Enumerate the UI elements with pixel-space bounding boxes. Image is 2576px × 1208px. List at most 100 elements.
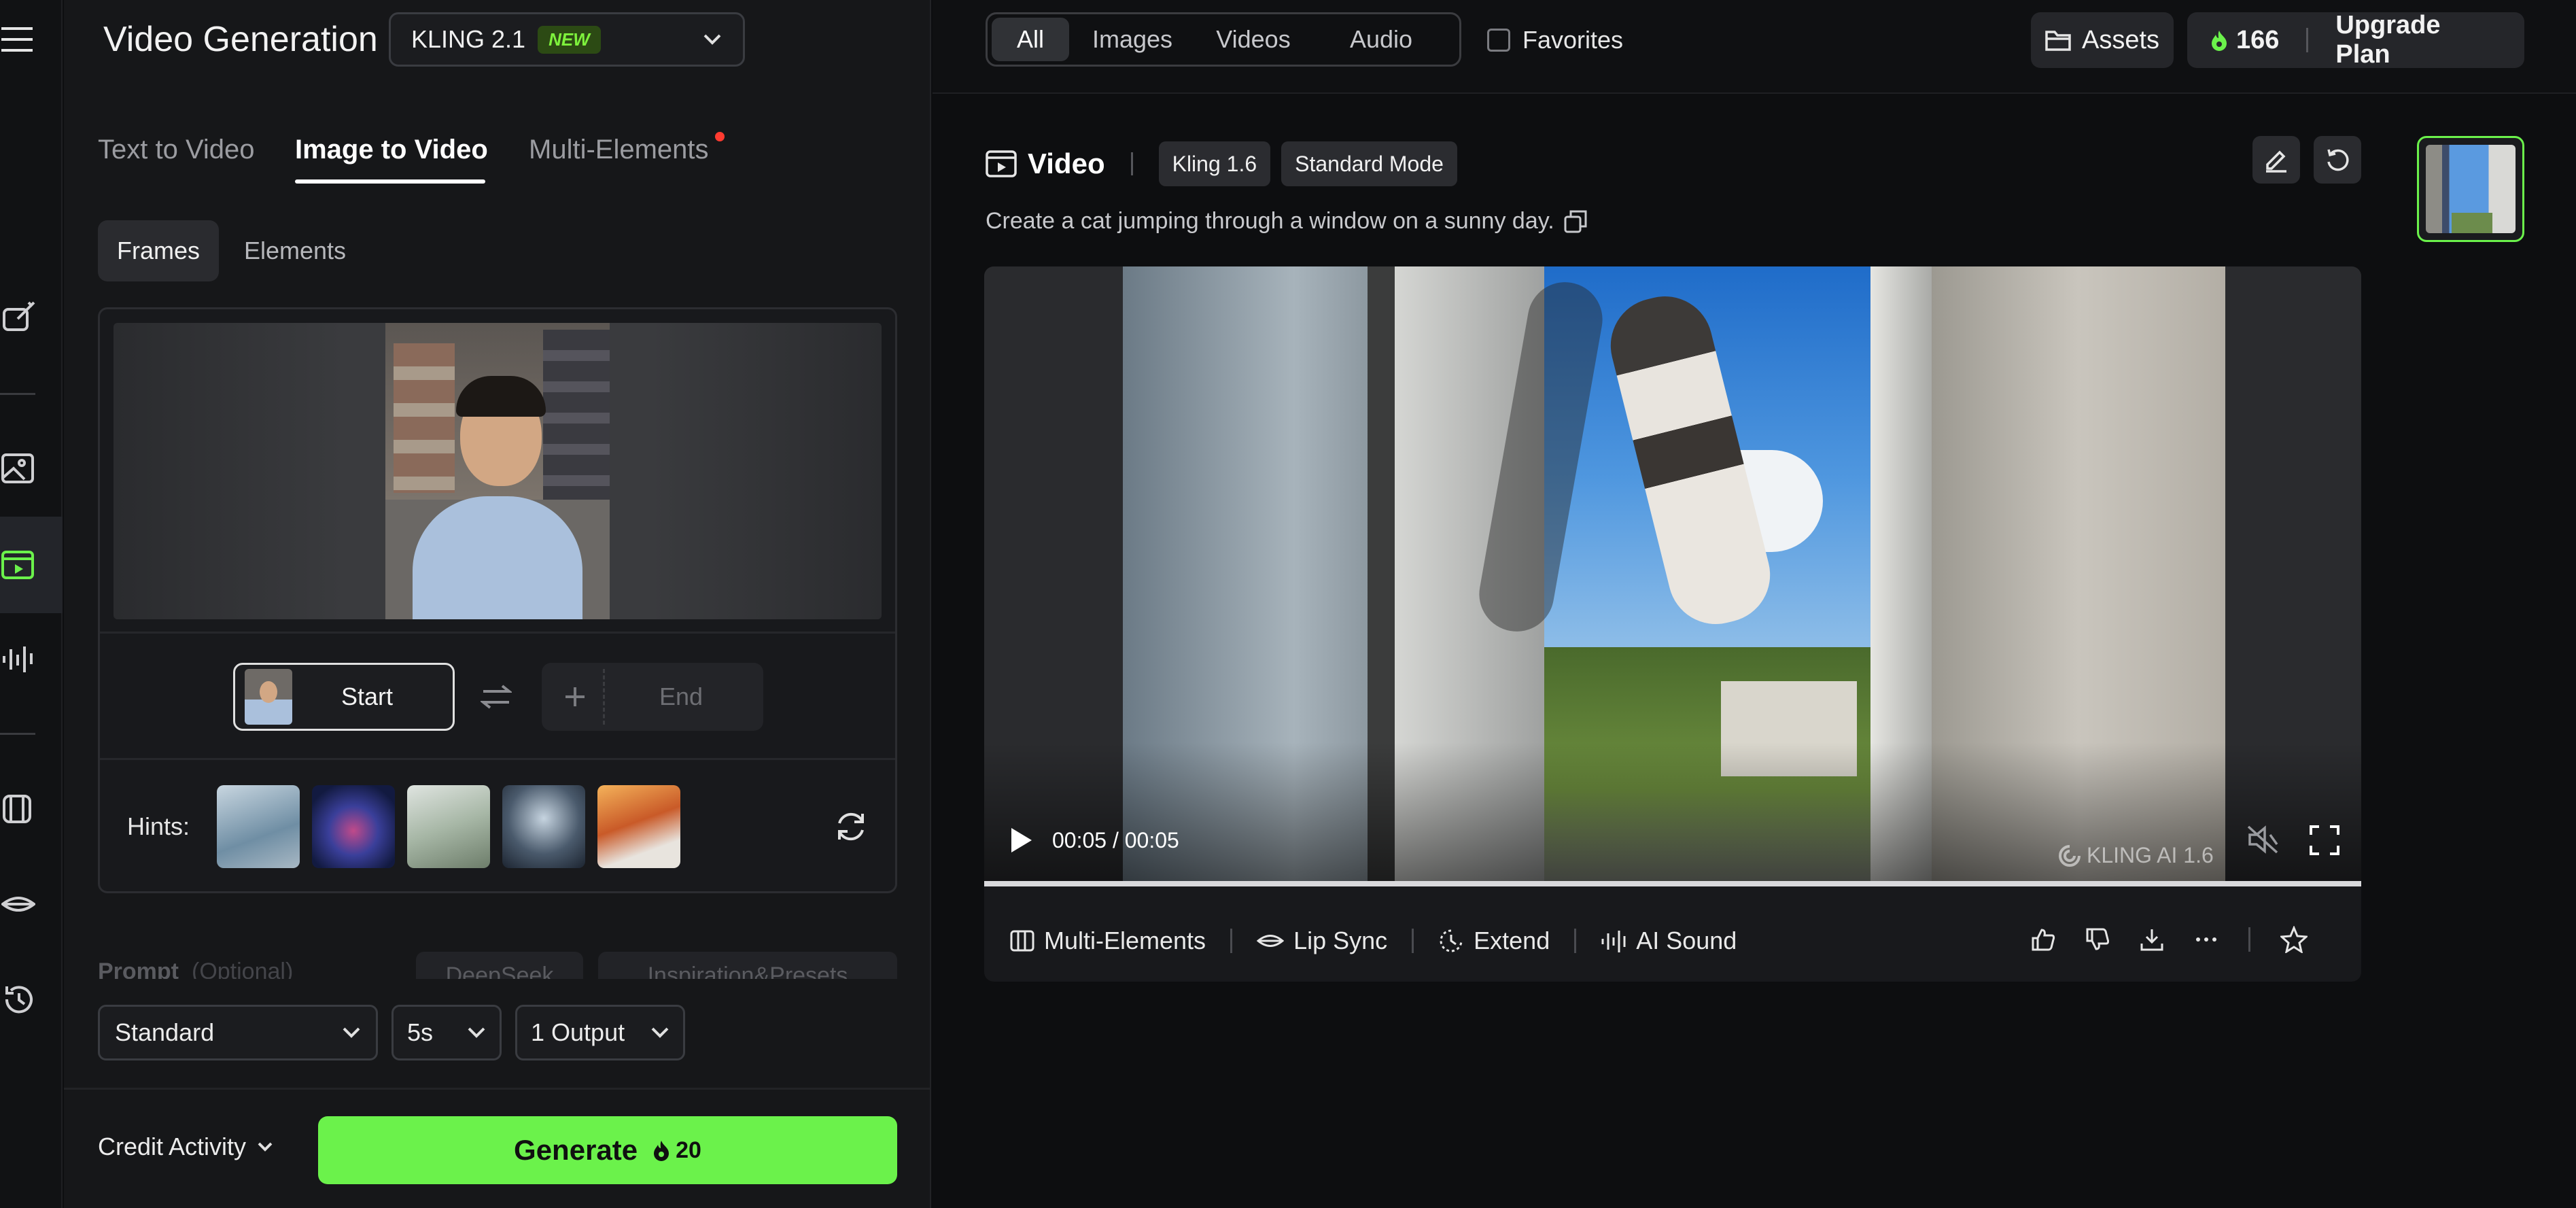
progress-fill bbox=[984, 881, 2361, 886]
start-frame-image bbox=[385, 323, 610, 619]
feedback-actions bbox=[2031, 926, 2308, 953]
filter-videos[interactable]: Videos bbox=[1196, 18, 1311, 61]
lips-icon[interactable] bbox=[0, 877, 63, 931]
inspiration-presets-button[interactable]: Inspiration&Presets bbox=[598, 952, 897, 979]
assets-button[interactable]: Assets bbox=[2031, 12, 2174, 68]
filter-images[interactable]: Images bbox=[1075, 18, 1190, 61]
video-icon bbox=[986, 149, 1017, 179]
plus-icon bbox=[547, 669, 605, 725]
filter-audio[interactable]: Audio bbox=[1317, 18, 1446, 61]
deepseek-button[interactable]: DeepSeek bbox=[416, 952, 583, 979]
tab-image-to-video[interactable]: Image to Video bbox=[295, 135, 488, 165]
favorites-toggle[interactable]: Favorites bbox=[1487, 26, 1623, 54]
credit-activity-button[interactable]: Credit Activity bbox=[98, 1133, 273, 1161]
swap-icon[interactable] bbox=[481, 683, 512, 710]
chevron-down-icon bbox=[650, 1026, 669, 1039]
video-player[interactable]: 00:05 / 00:05 KLING AI 1.6 bbox=[984, 266, 2361, 885]
hint-thumbnail[interactable] bbox=[312, 785, 395, 868]
generate-cost: 20 bbox=[676, 1137, 701, 1164]
action-label: AI Sound bbox=[1636, 927, 1737, 955]
action-label: Multi-Elements bbox=[1044, 927, 1206, 955]
tab-multi-elements[interactable]: Multi-Elements bbox=[529, 135, 709, 165]
result-header: Video Kling 1.6 Standard Mode bbox=[986, 141, 1457, 186]
chevron-down-icon bbox=[467, 1026, 486, 1039]
generate-button[interactable]: Generate 20 bbox=[318, 1116, 897, 1184]
divider bbox=[2306, 28, 2308, 52]
image-icon[interactable] bbox=[0, 442, 63, 496]
hint-thumbnail[interactable] bbox=[597, 785, 680, 868]
subtab-frames[interactable]: Frames bbox=[98, 220, 219, 281]
assets-label: Assets bbox=[2082, 26, 2159, 55]
regenerate-button[interactable] bbox=[2314, 136, 2361, 184]
video-icon[interactable] bbox=[0, 517, 63, 613]
model-name: KLING 2.1 bbox=[411, 25, 525, 54]
duration-select[interactable]: 5s bbox=[391, 1005, 502, 1060]
upgrade-plan-button[interactable]: Upgrade Plan bbox=[2335, 11, 2501, 69]
play-icon[interactable] bbox=[1009, 827, 1033, 854]
edit-button[interactable] bbox=[2252, 136, 2300, 184]
mode-tag: Standard Mode bbox=[1281, 141, 1457, 186]
refresh-icon[interactable] bbox=[834, 810, 868, 844]
thumbs-down-icon[interactable] bbox=[2085, 927, 2110, 952]
menu-icon[interactable] bbox=[0, 12, 63, 67]
flame-icon bbox=[652, 1139, 670, 1161]
mute-icon[interactable] bbox=[2247, 825, 2278, 854]
filter-all[interactable]: All bbox=[992, 18, 1069, 61]
extend-action[interactable]: Extend bbox=[1438, 927, 1550, 955]
action-label: Extend bbox=[1474, 927, 1550, 955]
progress-track[interactable] bbox=[984, 881, 2361, 886]
fullscreen-icon[interactable] bbox=[2310, 825, 2339, 855]
subtab-elements[interactable]: Elements bbox=[234, 220, 356, 281]
rail-divider bbox=[0, 393, 35, 395]
result-heading: Video bbox=[1028, 148, 1105, 180]
model-selector[interactable]: KLING 2.1 NEW bbox=[389, 12, 745, 67]
new-badge: NEW bbox=[538, 26, 601, 54]
extend-icon bbox=[1438, 928, 1464, 954]
result-thumbnail[interactable] bbox=[2417, 136, 2524, 242]
hint-thumbnail[interactable] bbox=[407, 785, 490, 868]
outputs-select[interactable]: 1 Output bbox=[515, 1005, 685, 1060]
prompt-text-row: Create a cat jumping through a window on… bbox=[986, 208, 1587, 235]
tab-text-to-video[interactable]: Text to Video bbox=[98, 135, 255, 165]
video-card: 00:05 / 00:05 KLING AI 1.6 Multi-Element… bbox=[984, 266, 2361, 982]
divider bbox=[64, 1088, 930, 1090]
more-icon[interactable] bbox=[2194, 927, 2218, 952]
quality-select[interactable]: Standard bbox=[98, 1005, 378, 1060]
watermark-text: KLING AI 1.6 bbox=[2087, 843, 2214, 868]
hints-label: Hints: bbox=[127, 812, 190, 841]
divider bbox=[1230, 929, 1232, 953]
hint-thumbnail[interactable] bbox=[502, 785, 585, 868]
generation-panel: Video Generation KLING 2.1 NEW Text to V… bbox=[64, 0, 931, 1208]
multi-elements-action[interactable]: Multi-Elements bbox=[1010, 927, 1206, 955]
icon-rail bbox=[0, 0, 63, 1208]
lip-sync-action[interactable]: Lip Sync bbox=[1257, 927, 1387, 955]
divider bbox=[1574, 929, 1576, 953]
sound-wave-icon bbox=[1601, 928, 1626, 954]
start-frame-button[interactable]: Start bbox=[233, 663, 455, 731]
credits-count: 166 bbox=[2236, 26, 2279, 55]
assets-box-icon[interactable] bbox=[0, 782, 63, 836]
audio-wave-icon[interactable] bbox=[0, 632, 63, 687]
credit-activity-label: Credit Activity bbox=[98, 1133, 246, 1161]
notification-dot bbox=[715, 132, 725, 141]
copy-icon[interactable] bbox=[1564, 210, 1587, 233]
end-frame-button[interactable]: End bbox=[542, 663, 763, 731]
quality-value: Standard bbox=[115, 1018, 214, 1047]
history-icon[interactable] bbox=[0, 972, 63, 1026]
credits-upgrade-group: 166 Upgrade Plan bbox=[2187, 12, 2524, 68]
star-icon[interactable] bbox=[2280, 926, 2308, 953]
page-title: Video Generation bbox=[103, 19, 378, 60]
pencil-icon bbox=[2263, 147, 2289, 173]
magic-wand-icon[interactable] bbox=[0, 290, 63, 344]
hint-thumbnail[interactable] bbox=[217, 785, 300, 868]
divider bbox=[100, 758, 895, 760]
outputs-value: 1 Output bbox=[531, 1018, 625, 1047]
thumbs-up-icon[interactable] bbox=[2031, 927, 2055, 952]
download-icon[interactable] bbox=[2140, 927, 2164, 952]
favorites-checkbox[interactable] bbox=[1487, 29, 1510, 52]
rotate-icon bbox=[2325, 147, 2350, 173]
flame-icon bbox=[2210, 29, 2228, 51]
ai-sound-action[interactable]: AI Sound bbox=[1601, 927, 1737, 955]
divider bbox=[1412, 929, 1414, 953]
start-frame-preview[interactable] bbox=[114, 323, 882, 619]
